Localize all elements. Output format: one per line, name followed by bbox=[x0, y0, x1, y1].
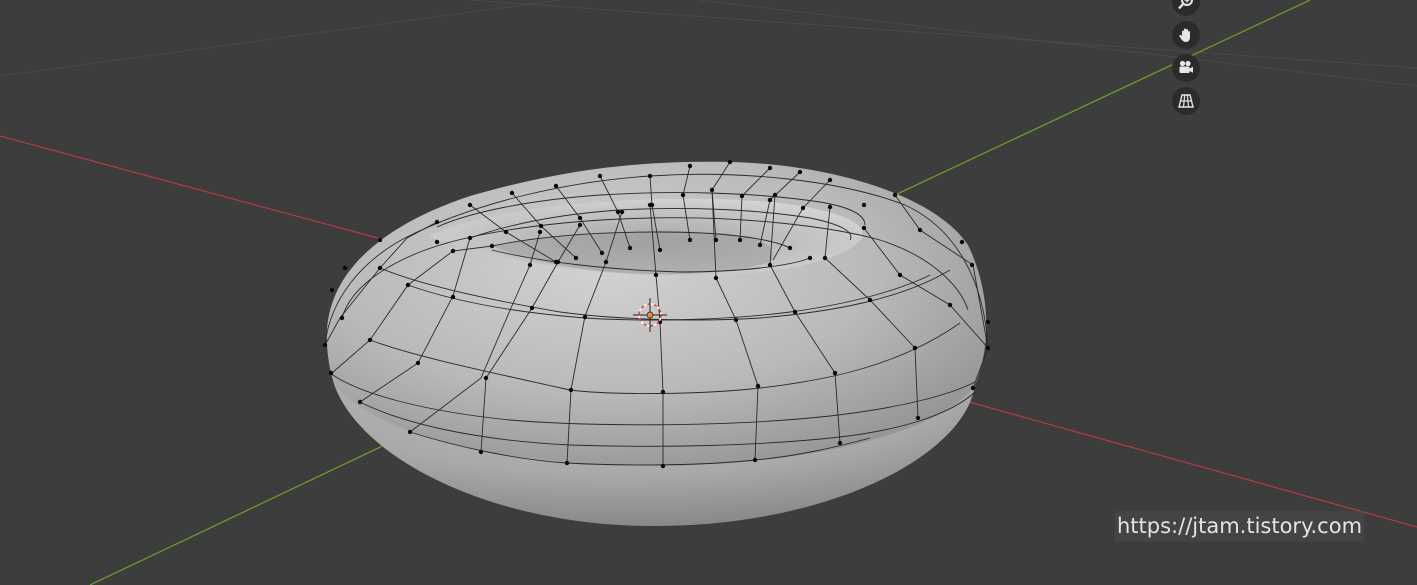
torus-mesh bbox=[322, 159, 991, 527]
hand-pan-icon bbox=[1179, 28, 1190, 42]
zoom-button[interactable] bbox=[1172, 0, 1200, 16]
camera-icon bbox=[1179, 60, 1193, 73]
3d-viewport[interactable] bbox=[0, 0, 1417, 585]
perspective-toggle-button[interactable] bbox=[1172, 87, 1200, 115]
watermark-text: https://jtam.tistory.com bbox=[1115, 511, 1365, 542]
viewport-grid bbox=[0, 0, 1417, 87]
pan-button[interactable] bbox=[1172, 21, 1200, 49]
navigation-gizmo bbox=[1172, 0, 1200, 120]
zoom-icon bbox=[1178, 0, 1193, 10]
camera-view-button[interactable] bbox=[1172, 54, 1200, 82]
perspective-grid-icon bbox=[1178, 94, 1194, 108]
